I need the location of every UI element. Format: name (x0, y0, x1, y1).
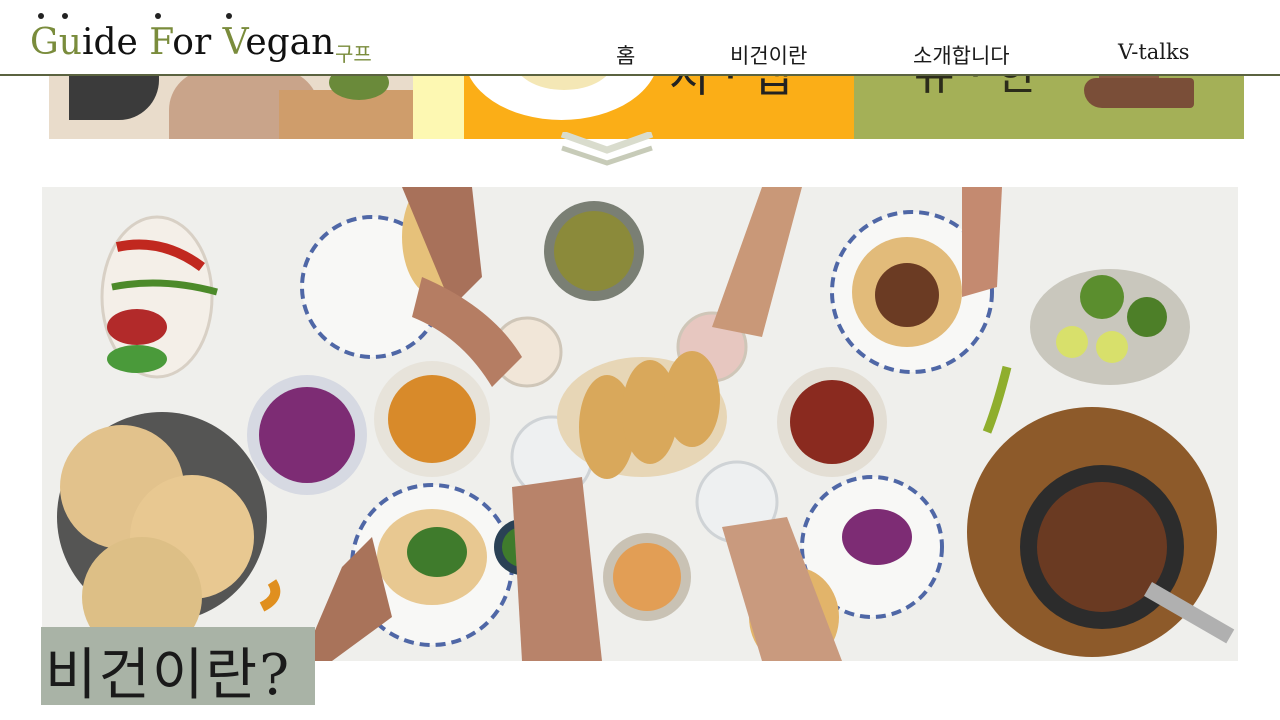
logo-letter: u (58, 22, 82, 63)
logo-text: egan (245, 22, 335, 63)
logo-text: ide (81, 22, 150, 63)
nav-home[interactable]: 홈 (616, 40, 635, 70)
hero-food-photo (42, 187, 1238, 661)
vegan-table-illustration (57, 187, 1235, 661)
page-title: 비건이란? (45, 643, 292, 708)
logo-dot (62, 13, 68, 19)
logo-letter: F (149, 22, 173, 63)
site-header: Guide For Vegan 구프 홈 비건이란 소개합니다 V-talks (0, 0, 1280, 76)
nav-v-talks[interactable]: V-talks (1118, 40, 1190, 64)
scroll-down-chevron-icon[interactable] (560, 132, 654, 166)
site-logo[interactable]: Guide For Vegan (30, 22, 334, 63)
logo-dot (155, 13, 161, 19)
logo-text: or (172, 22, 223, 63)
shoe-image (1084, 78, 1194, 108)
logo-letter: G (30, 22, 59, 63)
logo-dot (226, 13, 232, 19)
nav-about-vegan[interactable]: 비건이란 (730, 40, 807, 70)
logo-letter: V (222, 22, 246, 63)
logo-dot (38, 13, 44, 19)
logo-subtitle: 구프 (335, 42, 372, 66)
nav-introduce[interactable]: 소개합니다 (913, 40, 1010, 70)
